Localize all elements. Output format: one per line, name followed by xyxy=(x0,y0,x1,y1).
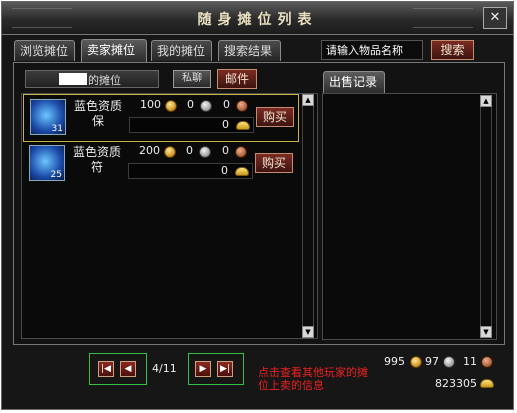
price-copper: 0 xyxy=(222,144,229,157)
price-silver: 0 xyxy=(186,144,193,157)
prev-nav-group: |◀ ◀ xyxy=(89,353,147,385)
first-page-icon[interactable]: |◀ xyxy=(98,361,114,377)
ingot-icon xyxy=(235,167,249,176)
search-button[interactable]: 搜索 xyxy=(431,40,474,60)
price-copper: 0 xyxy=(223,98,230,111)
sales-log-panel xyxy=(322,93,497,340)
tab-my-stall[interactable]: 我的摊位 xyxy=(151,40,212,61)
item-quantity: 25 xyxy=(50,170,62,180)
item-list-scrollbar[interactable]: ▲ ▼ xyxy=(302,94,314,338)
sales-log-scrollbar[interactable]: ▲ ▼ xyxy=(480,95,492,338)
price-ingot: 0 xyxy=(222,118,229,131)
silver-coin-icon xyxy=(200,100,212,112)
price-ingot: 0 xyxy=(221,164,228,177)
ingot-icon xyxy=(480,379,494,388)
next-page-icon[interactable]: ▶ xyxy=(195,361,211,377)
ingot-icon xyxy=(236,121,250,130)
silver-coin-icon xyxy=(443,356,455,368)
copper-coin-icon xyxy=(236,100,248,112)
owner-stall-label: 的摊位 xyxy=(88,74,121,87)
gold-coin-icon xyxy=(165,100,177,112)
title-bar[interactable]: 随身摊位列表 ✕ xyxy=(2,2,513,35)
stall-owner-bar: 的摊位 xyxy=(25,70,159,88)
scroll-up-arrow-icon[interactable]: ▲ xyxy=(302,94,314,106)
price-gold: 200 xyxy=(139,144,160,157)
silver-coin-icon xyxy=(199,146,211,158)
price-silver: 0 xyxy=(187,98,194,111)
tab-search-results[interactable]: 搜索结果 xyxy=(218,40,281,61)
wallet-ingot: 823305 xyxy=(435,377,477,390)
wallet-copper: 11 xyxy=(463,355,477,368)
scroll-down-arrow-icon[interactable]: ▼ xyxy=(302,326,314,338)
stall-list-window: 随身摊位列表 ✕ 浏览摊位 卖家摊位 我的摊位 搜索结果 请输入物品名称 搜索 … xyxy=(1,1,514,410)
next-nav-group: ▶ ▶| xyxy=(188,353,244,385)
item-icon[interactable]: 25 xyxy=(29,145,65,181)
list-item[interactable]: 25 蓝色资质符 200 0 0 0 购买 xyxy=(23,141,299,189)
list-item[interactable]: 31 蓝色资质保 100 0 0 0 购买 xyxy=(23,94,299,142)
item-name: 蓝色资质保 xyxy=(73,99,122,128)
item-icon[interactable]: 31 xyxy=(30,99,66,135)
tab-sales-log[interactable]: 出售记录 xyxy=(323,71,385,93)
tab-browse-stalls[interactable]: 浏览摊位 xyxy=(14,40,75,61)
gold-coin-icon xyxy=(410,356,422,368)
whisper-button[interactable]: 私聊 xyxy=(173,70,211,88)
hint-text: 点击查看其他玩家的摊位上卖的信息 xyxy=(258,366,368,392)
wallet-gold: 995 xyxy=(384,355,405,368)
last-page-icon[interactable]: ▶| xyxy=(217,361,233,377)
owner-name-redacted xyxy=(59,73,87,85)
tab-seller-stall[interactable]: 卖家摊位 xyxy=(81,39,147,62)
copper-coin-icon xyxy=(235,146,247,158)
search-input[interactable]: 请输入物品名称 xyxy=(321,40,423,60)
copper-coin-icon xyxy=(481,356,493,368)
buy-button[interactable]: 购买 xyxy=(256,107,294,127)
scroll-up-arrow-icon[interactable]: ▲ xyxy=(480,95,492,107)
prev-page-icon[interactable]: ◀ xyxy=(120,361,136,377)
mail-button[interactable]: 邮件 xyxy=(217,69,257,89)
page-indicator: 4/11 xyxy=(152,362,177,375)
scroll-down-arrow-icon[interactable]: ▼ xyxy=(480,326,492,338)
gold-coin-icon xyxy=(164,146,176,158)
title-ornament-right xyxy=(413,8,473,28)
close-button[interactable]: ✕ xyxy=(483,7,507,29)
wallet-silver: 97 xyxy=(425,355,439,368)
price-gold: 100 xyxy=(140,98,161,111)
item-name: 蓝色资质符 xyxy=(72,145,121,174)
buy-button[interactable]: 购买 xyxy=(255,153,293,173)
item-quantity: 31 xyxy=(51,124,63,134)
